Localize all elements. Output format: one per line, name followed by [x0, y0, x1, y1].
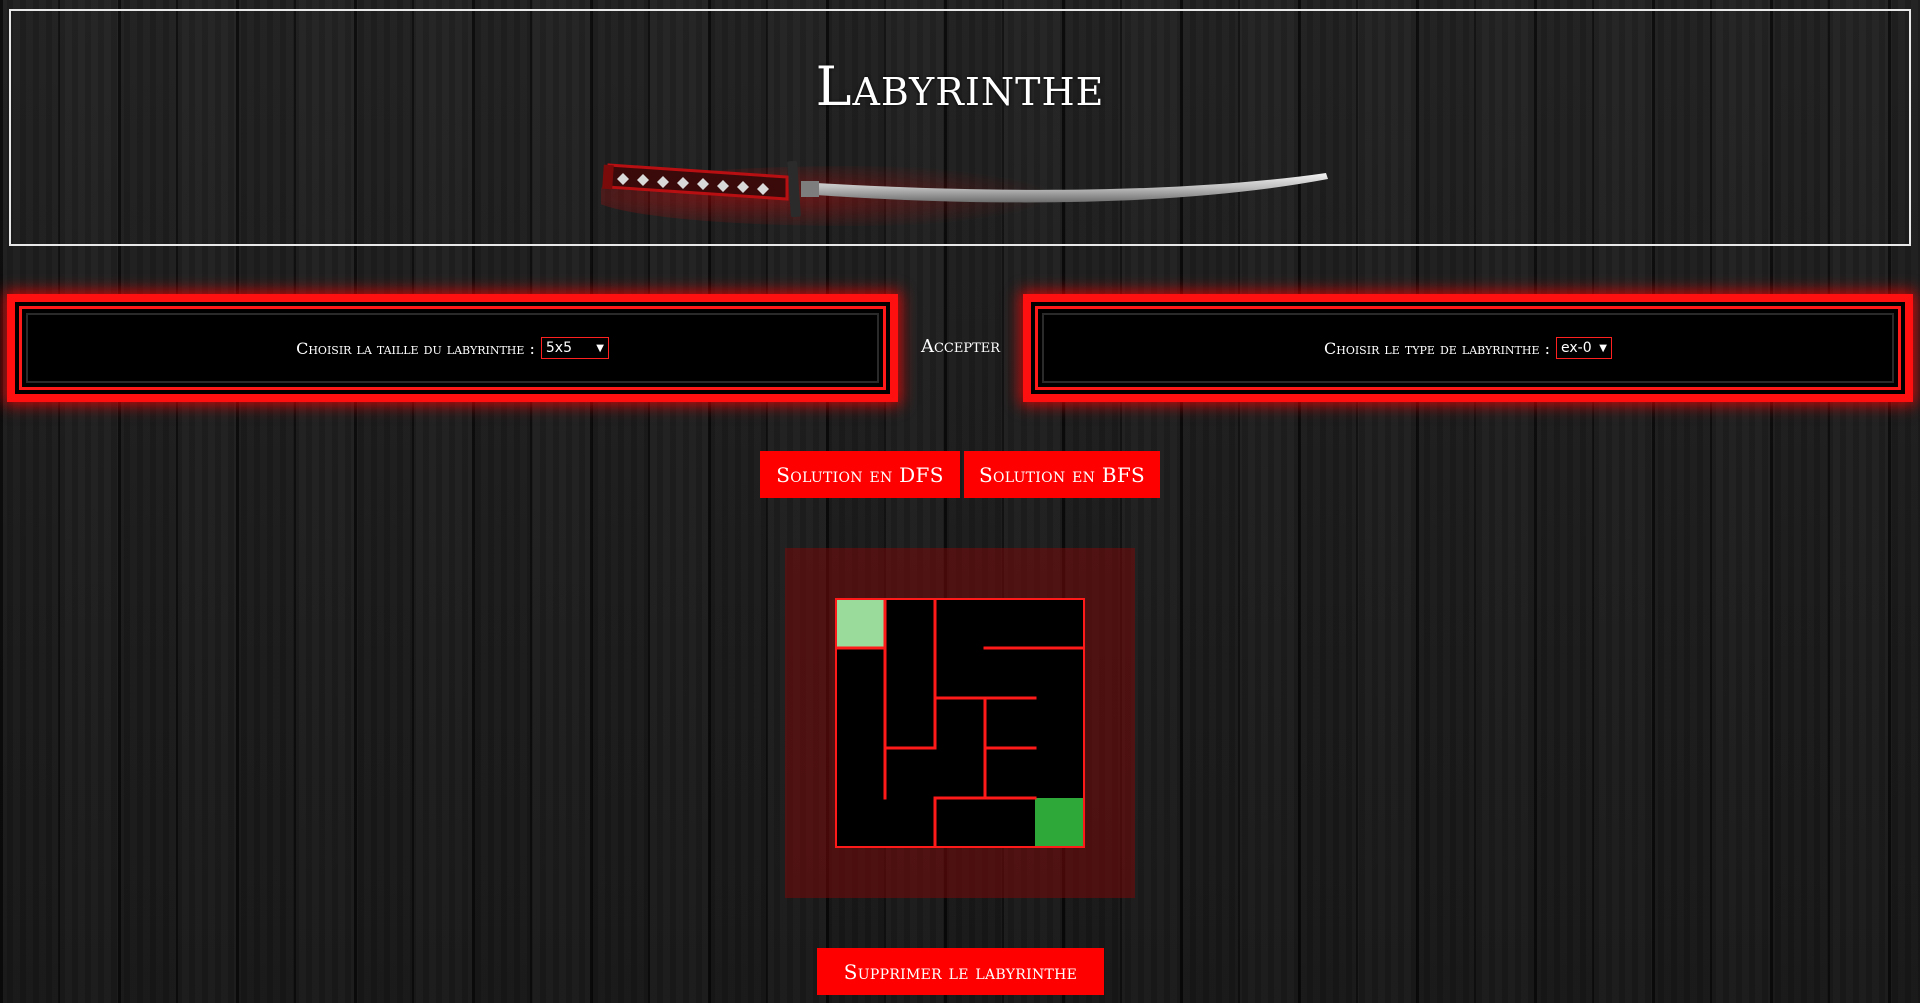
- size-select[interactable]: 5x5 ▼: [540, 337, 609, 359]
- maze-start-cell: [835, 598, 885, 648]
- maze-grid: [835, 598, 1085, 848]
- bfs-solution-button[interactable]: Solution en BFS: [964, 451, 1160, 498]
- type-label: Choisir le type de labyrinthe :: [1323, 338, 1550, 358]
- dfs-solution-button[interactable]: Solution en DFS: [760, 451, 960, 498]
- katana-sword-image: [601, 160, 1328, 226]
- page-title: Labyrinthe: [815, 55, 1105, 118]
- chevron-down-icon: ▼: [596, 342, 604, 354]
- accept-button[interactable]: Accepter: [898, 336, 1023, 357]
- header-banner: Labyrinthe: [9, 9, 1911, 246]
- type-select[interactable]: ex-0 ▼: [1556, 337, 1612, 359]
- chevron-down-icon: ▼: [1599, 342, 1607, 354]
- maze-end-cell: [1035, 798, 1085, 848]
- size-label: Choisir la taille du labyrinthe :: [296, 338, 535, 358]
- type-panel: Choisir le type de labyrinthe : ex-0 ▼: [1023, 294, 1913, 402]
- size-panel: Choisir la taille du labyrinthe : 5x5 ▼: [7, 294, 898, 402]
- maze-container: [785, 548, 1135, 898]
- size-select-value: 5x5: [545, 340, 572, 356]
- type-select-value: ex-0: [1561, 340, 1592, 356]
- delete-maze-button[interactable]: Supprimer le labyrinthe: [817, 948, 1104, 995]
